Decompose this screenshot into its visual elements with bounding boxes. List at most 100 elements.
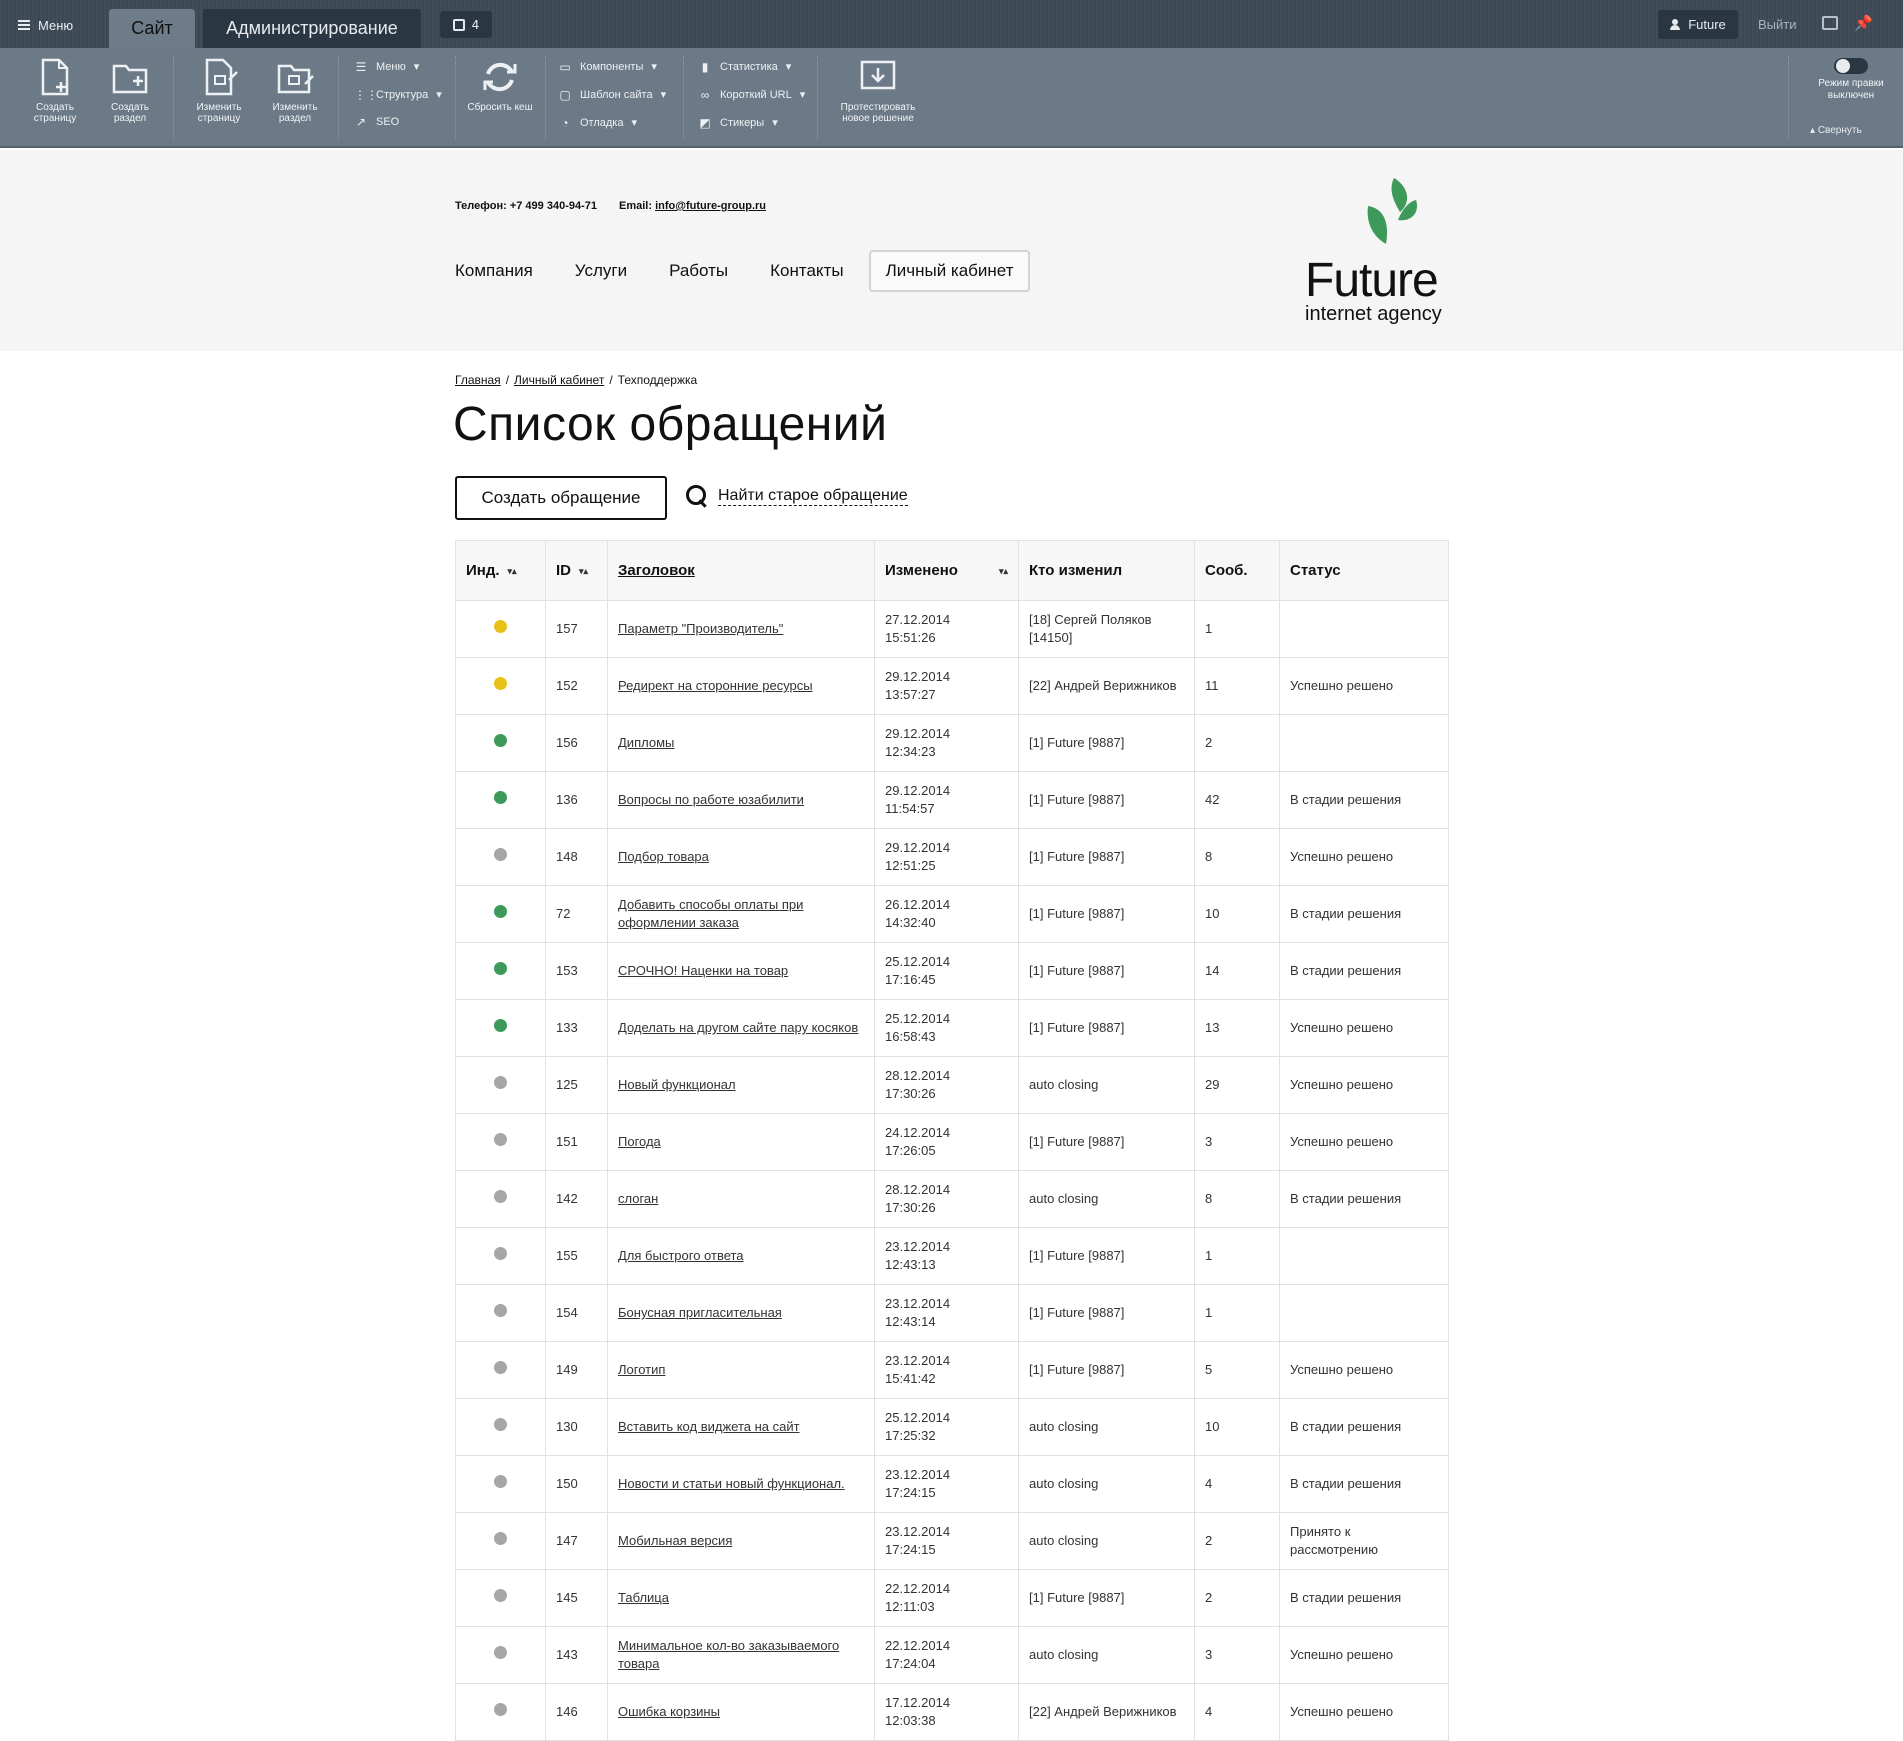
table-row[interactable]: 133 Доделать на другом сайте пару косяков…: [455, 999, 1449, 1057]
logout-link[interactable]: Выйти: [1758, 17, 1797, 32]
find-old-ticket-link[interactable]: Найти старое обращение: [686, 485, 908, 507]
reset-cache-button[interactable]: Сбросить кеш: [465, 56, 535, 113]
cell-title: СРОЧНО! Наценки на товар: [607, 942, 875, 1000]
nav-item-services[interactable]: Услуги: [575, 261, 627, 281]
breadcrumb-cabinet[interactable]: Личный кабинет: [514, 373, 604, 387]
table-row[interactable]: 125 Новый функционал 28.12.2014 17:30:26 aut…: [455, 1056, 1449, 1114]
table-row[interactable]: 157 Параметр "Производитель" 27.12.2014 15:…: [455, 600, 1449, 658]
ticket-title-link[interactable]: Редирект на сторонние ресурсы: [618, 678, 813, 693]
table-row[interactable]: 156 Дипломы 29.12.2014 12:34:23 [1] Future […: [455, 714, 1449, 772]
table-row[interactable]: 146 Ошибка корзины 17.12.2014 12:03:38 [22] …: [455, 1683, 1449, 1741]
table-row[interactable]: 155 Для быстрого ответа 23.12.2014 12:43:13…: [455, 1227, 1449, 1285]
table-row[interactable]: 142 слоган 28.12.2014 17:30:26 auto closing 8…: [455, 1170, 1449, 1228]
breadcrumb-home[interactable]: Главная: [455, 373, 501, 387]
components-tool[interactable]: ▭ Компоненты ▾: [558, 60, 657, 74]
changed-time: 17:25:32: [885, 1428, 936, 1443]
table-row[interactable]: 130 Вставить код виджета на сайт 25.12.201…: [455, 1398, 1449, 1456]
short-url-tool[interactable]: ∞ Короткий URL ▾: [698, 88, 806, 102]
sort-icon[interactable]: ▾▴: [508, 566, 517, 577]
pin-icon[interactable]: 📌: [1854, 14, 1873, 32]
test-solution-button[interactable]: Протестировать новое решение: [832, 56, 924, 124]
cell-msgs: 11: [1194, 657, 1280, 715]
ticket-title-link[interactable]: Дипломы: [618, 735, 674, 750]
debug-tool[interactable]: ◔ Отладка ▾: [558, 116, 637, 130]
ticket-title-link[interactable]: Бонусная пригласительная: [618, 1305, 782, 1320]
menu-tool[interactable]: ☰ Меню ▾: [354, 60, 420, 74]
cell-ind: [455, 1227, 546, 1285]
edit-section-button[interactable]: Изменить раздел: [260, 56, 330, 124]
table-row[interactable]: 143 Минимальное кол-во заказываемого това…: [455, 1626, 1449, 1684]
ticket-title-link[interactable]: Логотип: [618, 1362, 665, 1377]
seo-tool[interactable]: ↗ SEO: [354, 116, 399, 128]
ticket-title-link[interactable]: Ошибка корзины: [618, 1704, 720, 1719]
table-row[interactable]: 72 Добавить способы оплаты при оформлении…: [455, 885, 1449, 943]
cell-id: 130: [545, 1398, 608, 1456]
table-row[interactable]: 148 Подбор товара 29.12.2014 12:51:25 [1] Fu…: [455, 828, 1449, 886]
ticket-title-link[interactable]: Новый функционал: [618, 1077, 736, 1092]
window-icon[interactable]: [1822, 16, 1838, 30]
table-row[interactable]: 151 Погода 24.12.2014 17:26:05 [1] Future [9…: [455, 1113, 1449, 1171]
nav-item-cabinet[interactable]: Личный кабинет: [868, 250, 1031, 292]
statistics-tool[interactable]: ▮ Статистика ▾: [698, 60, 792, 74]
ticket-title-link[interactable]: СРОЧНО! Наценки на товар: [618, 963, 788, 978]
email-link[interactable]: info@future-group.ru: [655, 200, 766, 212]
nav-item-contacts[interactable]: Контакты: [770, 261, 843, 281]
ticket-title-link[interactable]: Параметр "Производитель": [618, 621, 783, 636]
changed-date: 26.12.2014: [885, 897, 951, 912]
edit-mode-toggle[interactable]: Режим правки выключен: [1806, 58, 1896, 102]
structure-tool[interactable]: ⋮⋮ Структура ▾: [354, 88, 442, 102]
admin-menu-button[interactable]: Меню: [18, 14, 73, 36]
cell-msgs: 42: [1194, 771, 1280, 829]
col-header-id[interactable]: ID ▾▴: [545, 540, 608, 601]
stickers-tool[interactable]: ◩ Стикеры ▾: [698, 116, 777, 130]
admin-top-bar: Меню Сайт Администрирование 4 Future Вый…: [0, 0, 1903, 48]
ticket-title-link[interactable]: Вставить код виджета на сайт: [618, 1419, 800, 1434]
table-row[interactable]: 153 СРОЧНО! Наценки на товар 25.12.2014 17:…: [455, 942, 1449, 1000]
toggle-switch[interactable]: [1834, 58, 1868, 74]
table-row[interactable]: 152 Редирект на сторонние ресурсы 29.12.20…: [455, 657, 1449, 715]
col-header-msgs: Сооб.: [1194, 540, 1280, 601]
cell-who: [1] Future [9887]: [1018, 999, 1195, 1057]
collapse-toolbar-button[interactable]: ▴ Свернуть: [1810, 125, 1862, 136]
cell-id: 125: [545, 1056, 608, 1114]
ticket-title-link[interactable]: Таблица: [618, 1590, 669, 1605]
sort-icon[interactable]: ▾▴: [579, 566, 588, 577]
notifications-button[interactable]: 4: [440, 11, 492, 38]
ticket-title-link[interactable]: Для быстрого ответа: [618, 1248, 744, 1263]
sort-icon[interactable]: ▾▴: [999, 566, 1008, 577]
ticket-title-link[interactable]: Мобильная версия: [618, 1533, 732, 1548]
table-row[interactable]: 149 Логотип 23.12.2014 15:41:42 [1] Future […: [455, 1341, 1449, 1399]
table-row[interactable]: 147 Мобильная версия 23.12.2014 17:24:15 aut…: [455, 1512, 1449, 1570]
tab-site[interactable]: Сайт: [109, 9, 195, 48]
ticket-title-link[interactable]: Добавить способы оплаты при оформлении з…: [618, 897, 803, 930]
ticket-title-link[interactable]: Подбор товара: [618, 849, 709, 864]
tab-administration[interactable]: Администрирование: [203, 9, 421, 48]
site-template-tool[interactable]: ▢ Шаблон сайта ▾: [558, 88, 666, 102]
edit-page-button[interactable]: Изменить страницу: [184, 56, 254, 124]
ticket-title-link[interactable]: Погода: [618, 1134, 661, 1149]
col-header-ind[interactable]: Инд. ▾▴: [455, 540, 546, 601]
ticket-title-link[interactable]: Минимальное кол-во заказываемого товара: [618, 1638, 839, 1671]
ticket-title-link[interactable]: слоган: [618, 1191, 658, 1206]
create-page-button[interactable]: Создать страницу: [20, 56, 90, 124]
nav-item-works[interactable]: Работы: [669, 261, 728, 281]
create-section-button[interactable]: Создать раздел: [95, 56, 165, 124]
cell-id: 149: [545, 1341, 608, 1399]
status-dot-icon: [494, 1589, 507, 1602]
table-row[interactable]: 145 Таблица 22.12.2014 12:11:03 [1] Future […: [455, 1569, 1449, 1627]
ticket-title-link[interactable]: Доделать на другом сайте пару косяков: [618, 1020, 858, 1035]
changed-time: 15:51:26: [885, 630, 936, 645]
table-row[interactable]: 154 Бонусная пригласительная 23.12.2014 12:…: [455, 1284, 1449, 1342]
col-header-changed[interactable]: Изменено ▾▴: [874, 540, 1019, 601]
table-row[interactable]: 136 Вопросы по работе юзабилити 29.12.2014…: [455, 771, 1449, 829]
cell-ind: [455, 1398, 546, 1456]
cell-ind: [455, 885, 546, 943]
ticket-title-link[interactable]: Вопросы по работе юзабилити: [618, 792, 804, 807]
col-header-title[interactable]: Заголовок: [607, 540, 875, 601]
user-button[interactable]: Future: [1658, 10, 1738, 39]
create-ticket-button[interactable]: Создать обращение: [455, 476, 667, 520]
site-logo[interactable]: Future internet agency: [1305, 176, 1455, 324]
nav-item-company[interactable]: Компания: [455, 261, 533, 281]
table-row[interactable]: 150 Новости и статьи новый функционал. 23.…: [455, 1455, 1449, 1513]
ticket-title-link[interactable]: Новости и статьи новый функционал.: [618, 1476, 845, 1491]
